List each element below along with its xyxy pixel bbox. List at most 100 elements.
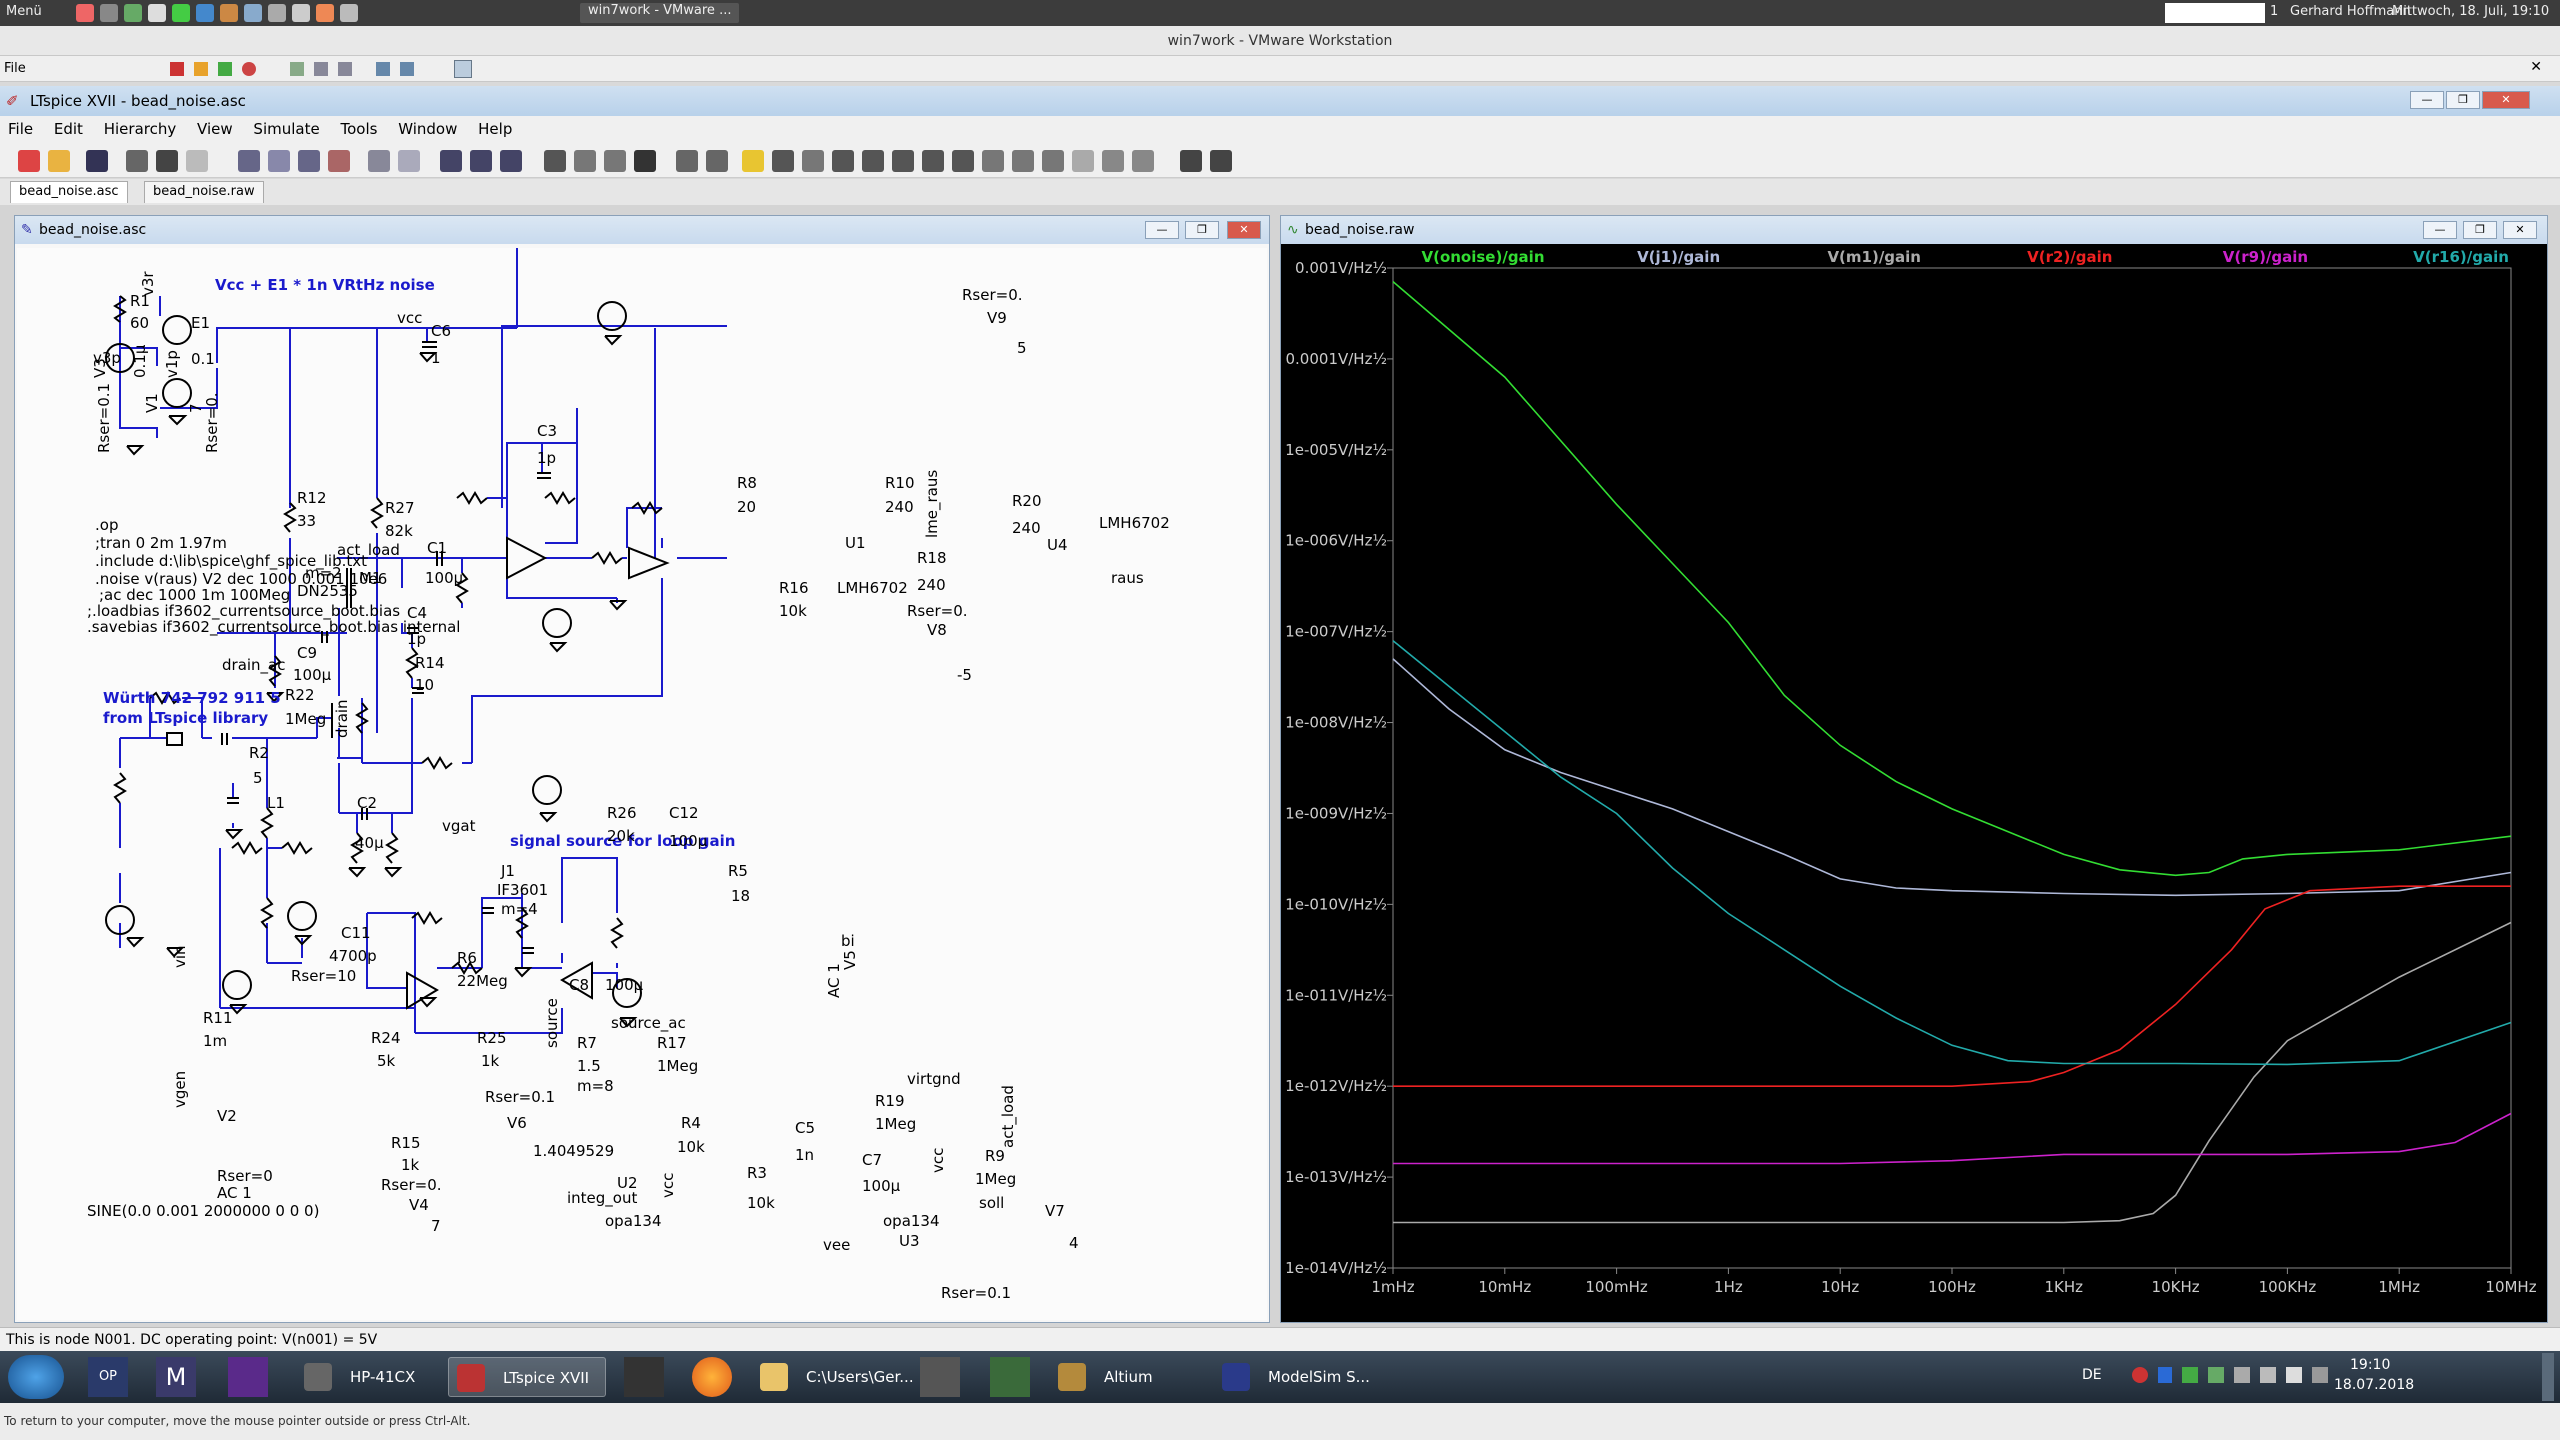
bluetooth-icon[interactable]: [2158, 1367, 2172, 1383]
notification-badge[interactable]: 1: [2270, 4, 2278, 19]
waveform-maximize-button[interactable]: ❐: [2463, 221, 2497, 239]
task-altium[interactable]: Altium Desig...: [1050, 1357, 1210, 1426]
tray-app-icon[interactable]: [2234, 1367, 2250, 1383]
print-setup-icon[interactable]: [676, 150, 698, 172]
launcher-icon[interactable]: [268, 4, 286, 22]
task-hp41cx[interactable]: HP-41CX: [296, 1357, 444, 1397]
zoom-fit-icon[interactable]: [328, 150, 350, 172]
waveform-minimize-button[interactable]: —: [2423, 221, 2457, 239]
app-pinned-icon[interactable]: [920, 1357, 960, 1397]
resistor-icon[interactable]: [832, 150, 854, 172]
workspace-switcher[interactable]: [2165, 3, 2265, 23]
waveform-plot[interactable]: 0.001V/Hz½ 0.0001V/Hz½ 1e-005V/Hz½ 1e-006V/…: [1281, 244, 2547, 1322]
component-icon[interactable]: [952, 150, 974, 172]
task-modelsim[interactable]: ModelSim S...: [1214, 1357, 1374, 1397]
tray-app-icon[interactable]: [2312, 1367, 2328, 1383]
rotate-icon[interactable]: [1102, 150, 1124, 172]
schematic-drawing[interactable]: Vcc + E1 * 1n VRtHz noise Würth 742 792 …: [17, 248, 1267, 1320]
launcher-icon[interactable]: [76, 4, 94, 22]
vm-task-button[interactable]: win7work - VMware ...: [580, 3, 740, 23]
marker-icon[interactable]: [398, 150, 420, 172]
clock[interactable]: Mittwoch, 18. Juli, 19:10: [2392, 4, 2549, 19]
vmware-file-menu[interactable]: File: [4, 61, 26, 76]
launcher-icon[interactable]: [196, 4, 214, 22]
cascade-icon[interactable]: [500, 150, 522, 172]
capacitor-icon[interactable]: [862, 150, 884, 172]
launcher-icon[interactable]: [172, 4, 190, 22]
run-icon[interactable]: [156, 150, 178, 172]
launcher-icon[interactable]: [100, 4, 118, 22]
draw-wire-icon[interactable]: [742, 150, 764, 172]
launcher-icon[interactable]: [124, 4, 142, 22]
start-button[interactable]: [8, 1355, 64, 1399]
language-indicator[interactable]: DE: [2082, 1367, 2102, 1383]
schematic-canvas[interactable]: Vcc + E1 * 1n VRtHz noise Würth 742 792 …: [17, 248, 1267, 1320]
launcher-icon[interactable]: [340, 4, 358, 22]
quartus-pinned-icon[interactable]: [228, 1357, 268, 1397]
waveform-close-button[interactable]: ✕: [2503, 221, 2537, 239]
launcher-icon[interactable]: [220, 4, 238, 22]
task-ltspice[interactable]: LTspice XVII ...: [448, 1357, 606, 1427]
label-net-icon[interactable]: [802, 150, 824, 172]
app-pinned-icon[interactable]: [624, 1357, 664, 1397]
tab-schematic[interactable]: bead_noise.asc: [10, 181, 128, 203]
drag-icon[interactable]: [1012, 150, 1034, 172]
console-view-icon[interactable]: [454, 60, 472, 78]
firefox-icon[interactable]: [692, 1357, 732, 1397]
noise-plot[interactable]: 0.001V/Hz½ 0.0001V/Hz½ 1e-005V/Hz½ 1e-006V/…: [1281, 244, 2547, 1322]
menu-button[interactable]: Menü: [6, 4, 42, 19]
menu-help[interactable]: Help: [470, 116, 520, 138]
undo-icon[interactable]: [1042, 150, 1064, 172]
text-icon[interactable]: [1180, 150, 1202, 172]
diode-icon[interactable]: [922, 150, 944, 172]
tile-vertical-icon[interactable]: [470, 150, 492, 172]
menu-window[interactable]: Window: [390, 116, 465, 138]
save-icon[interactable]: [86, 150, 108, 172]
menu-file[interactable]: File: [0, 116, 41, 138]
menu-tools[interactable]: Tools: [332, 116, 385, 138]
tray-app-icon[interactable]: [2132, 1367, 2148, 1383]
paste-icon[interactable]: [604, 150, 626, 172]
tray-app-icon[interactable]: [2182, 1367, 2198, 1383]
tray-app-icon[interactable]: [2208, 1367, 2224, 1383]
minimize-button[interactable]: —: [2410, 91, 2444, 109]
oxo-app-icon[interactable]: OP: [88, 1357, 128, 1397]
inductor-icon[interactable]: [892, 150, 914, 172]
app-pinned-icon[interactable]: [990, 1357, 1030, 1397]
network-icon[interactable]: [2260, 1367, 2276, 1383]
taskbar-time[interactable]: 19:10: [2350, 1357, 2390, 1373]
menu-hierarchy[interactable]: Hierarchy: [96, 116, 185, 138]
open-icon[interactable]: [48, 150, 70, 172]
taskbar-date[interactable]: 18.07.2018: [2334, 1377, 2414, 1393]
mirror-icon[interactable]: [1132, 150, 1154, 172]
menu-simulate[interactable]: Simulate: [245, 116, 327, 138]
redo-icon[interactable]: [1072, 150, 1094, 172]
launcher-icon[interactable]: [316, 4, 334, 22]
snapshot-icon[interactable]: [290, 62, 304, 76]
task-explorer[interactable]: C:\Users\Ger...: [752, 1357, 914, 1397]
reset-icon[interactable]: [242, 62, 256, 76]
schematic-maximize-button[interactable]: ❐: [1185, 221, 1219, 239]
launcher-icon[interactable]: [148, 4, 166, 22]
spice-directive-icon[interactable]: [1210, 150, 1232, 172]
find-icon[interactable]: [634, 150, 656, 172]
tab-waveform[interactable]: bead_noise.raw: [144, 181, 264, 203]
copy-icon[interactable]: [574, 150, 596, 172]
launcher-icon[interactable]: [244, 4, 262, 22]
print-icon[interactable]: [706, 150, 728, 172]
cut-icon[interactable]: [544, 150, 566, 172]
modelsim-pinned-icon[interactable]: M: [156, 1357, 196, 1397]
menu-edit[interactable]: Edit: [46, 116, 91, 138]
vmware-close-icon[interactable]: ✕: [2530, 59, 2542, 75]
halt-icon[interactable]: [186, 150, 208, 172]
power-off-icon[interactable]: [170, 62, 184, 76]
show-desktop-button[interactable]: [2542, 1353, 2554, 1401]
zoom-pan-icon[interactable]: [268, 150, 290, 172]
view-icon[interactable]: [376, 62, 390, 76]
autorange-icon[interactable]: [368, 150, 390, 172]
maximize-button[interactable]: ❐: [2446, 91, 2480, 109]
schematic-minimize-button[interactable]: —: [1145, 221, 1179, 239]
new-schematic-icon[interactable]: [18, 150, 40, 172]
zoom-in-icon[interactable]: [238, 150, 260, 172]
play-icon[interactable]: [218, 62, 232, 76]
